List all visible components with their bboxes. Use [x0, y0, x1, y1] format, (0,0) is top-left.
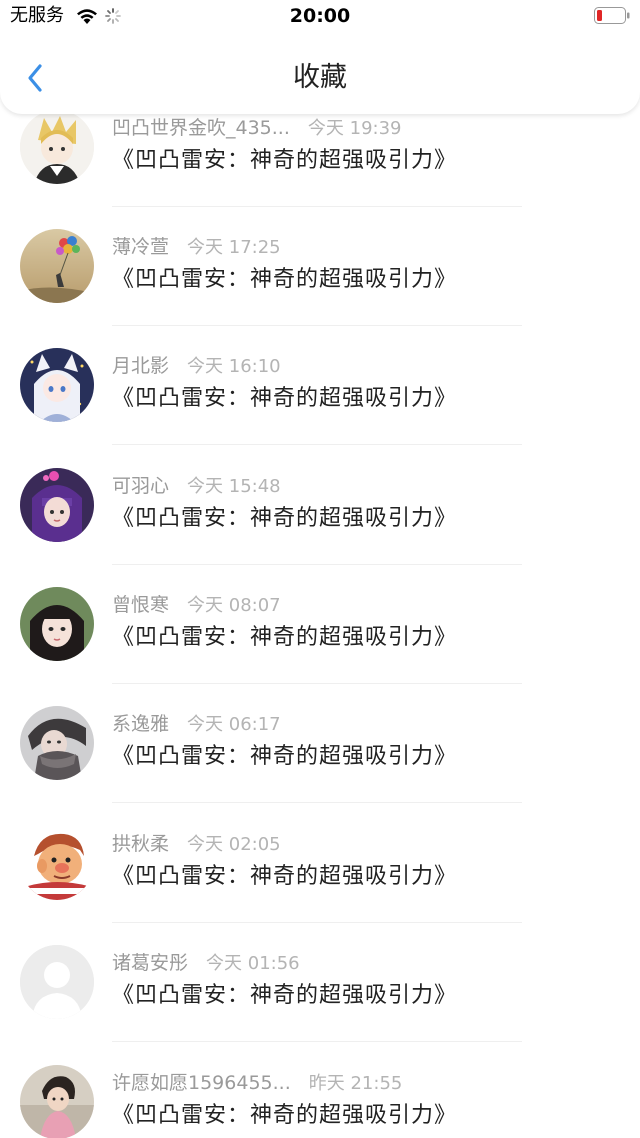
- item-meta: 诸葛安彤 今天 01:56: [112, 949, 300, 977]
- battery-icon: [594, 7, 630, 24]
- loading-spinner-icon: [105, 8, 121, 24]
- user-name[interactable]: 曾恨寒: [112, 594, 169, 616]
- article-title[interactable]: 《凹凸雷安：神奇的超强吸引力》: [112, 980, 457, 1012]
- list-item[interactable]: 诸葛安彤 今天 01:56 《凹凸雷安：神奇的超强吸引力》: [0, 923, 640, 1043]
- anime-blond-avatar[interactable]: [20, 110, 94, 184]
- article-title[interactable]: 《凹凸雷安：神奇的超强吸引力》: [112, 622, 457, 654]
- user-name[interactable]: 薄冷萱: [112, 236, 169, 258]
- item-meta: 薄冷萱 今天 17:25: [112, 233, 281, 261]
- item-meta: 系逸雅 今天 06:17: [112, 710, 281, 738]
- carrier-label: 无服务: [10, 5, 64, 26]
- user-name[interactable]: 拱秋柔: [112, 833, 169, 855]
- item-meta: 凹凸世界金吹_435... 今天 19:39: [112, 114, 402, 142]
- list-item[interactable]: 薄冷萱 今天 17:25 《凹凸雷安：神奇的超强吸引力》: [0, 207, 640, 327]
- user-name[interactable]: 可羽心: [112, 475, 169, 497]
- divider: [112, 802, 522, 803]
- divider: [112, 444, 522, 445]
- user-name[interactable]: 系逸雅: [112, 713, 169, 735]
- timestamp: 今天 19:39: [307, 118, 402, 139]
- purple-hair-avatar[interactable]: [20, 468, 94, 542]
- list-item[interactable]: 许愿如愿1596455... 昨天 21:55 《凹凸雷安：神奇的超强吸引力》: [0, 1043, 640, 1138]
- item-meta: 月北影 今天 16:10: [112, 352, 281, 380]
- user-name[interactable]: 许愿如愿1596455...: [112, 1072, 291, 1094]
- item-meta: 可羽心 今天 15:48: [112, 472, 281, 500]
- user-name[interactable]: 诸葛安彤: [112, 952, 188, 974]
- user-name[interactable]: 凹凸世界金吹_435...: [112, 117, 290, 139]
- timestamp: 今天 02:05: [187, 834, 281, 855]
- list-item[interactable]: 拱秋柔 今天 02:05 《凹凸雷安：神奇的超强吸引力》: [0, 804, 640, 924]
- article-title[interactable]: 《凹凸雷安：神奇的超强吸引力》: [112, 503, 457, 535]
- article-title[interactable]: 《凹凸雷安：神奇的超强吸引力》: [112, 861, 457, 893]
- page-title: 收藏: [293, 62, 347, 93]
- status-bar: 无服务 20:00: [0, 0, 640, 32]
- anime-white-hair-avatar[interactable]: [20, 348, 94, 422]
- list-item[interactable]: 曾恨寒 今天 08:07 《凹凸雷安：神奇的超强吸引力》: [0, 565, 640, 685]
- girl-portrait-avatar[interactable]: [20, 587, 94, 661]
- child-photo-avatar[interactable]: [20, 1065, 94, 1138]
- cartoon-face-avatar[interactable]: [20, 826, 94, 900]
- user-name[interactable]: 月北影: [112, 355, 169, 377]
- timestamp: 今天 17:25: [187, 237, 281, 258]
- wifi-icon: [77, 9, 97, 24]
- status-time: 20:00: [289, 5, 351, 27]
- article-title[interactable]: 《凹凸雷安：神奇的超强吸引力》: [112, 264, 457, 296]
- timestamp: 今天 16:10: [187, 356, 281, 377]
- timestamp: 今天 08:07: [187, 595, 281, 616]
- timestamp: 昨天 21:55: [308, 1073, 403, 1094]
- article-title[interactable]: 《凹凸雷安：神奇的超强吸引力》: [112, 1100, 457, 1132]
- timestamp: 今天 06:17: [187, 714, 281, 735]
- chevron-left-icon[interactable]: [18, 58, 58, 98]
- article-title[interactable]: 《凹凸雷安：神奇的超强吸引力》: [112, 741, 457, 773]
- divider: [112, 1041, 522, 1042]
- timestamp: 今天 15:48: [187, 476, 281, 497]
- list-item[interactable]: 可羽心 今天 15:48 《凹凸雷安：神奇的超强吸引力》: [0, 446, 640, 566]
- scarf-portrait-avatar[interactable]: [20, 706, 94, 780]
- item-meta: 拱秋柔 今天 02:05: [112, 830, 281, 858]
- balloons-avatar[interactable]: [20, 229, 94, 303]
- article-title[interactable]: 《凹凸雷安：神奇的超强吸引力》: [112, 383, 457, 415]
- top-header: 无服务 20:00 收藏: [0, 0, 640, 114]
- list-item[interactable]: 系逸雅 今天 06:17 《凹凸雷安：神奇的超强吸引力》: [0, 684, 640, 804]
- item-meta: 曾恨寒 今天 08:07: [112, 591, 281, 619]
- list-item[interactable]: 月北影 今天 16:10 《凹凸雷安：神奇的超强吸引力》: [0, 326, 640, 446]
- default-user-avatar[interactable]: [20, 945, 94, 1019]
- item-meta: 许愿如愿1596455... 昨天 21:55: [112, 1069, 402, 1097]
- favorites-list[interactable]: 凹凸世界金吹_435... 今天 19:39 《凹凸雷安：神奇的超强吸引力》 薄…: [0, 0, 640, 1138]
- article-title[interactable]: 《凹凸雷安：神奇的超强吸引力》: [112, 145, 457, 177]
- timestamp: 今天 01:56: [206, 953, 300, 974]
